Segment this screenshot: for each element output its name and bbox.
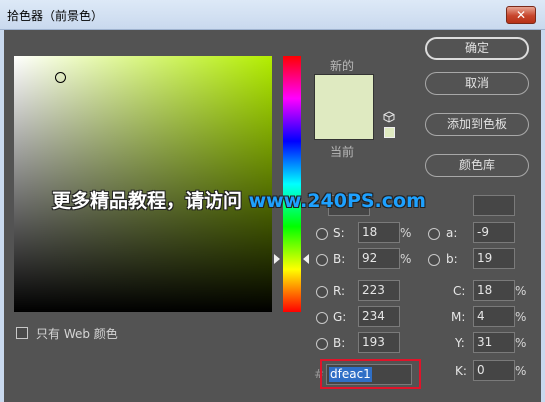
cyan-label: C: bbox=[453, 284, 466, 298]
color-libraries-button[interactable]: 颜色库 bbox=[425, 154, 529, 177]
black-field[interactable]: 0 bbox=[473, 360, 515, 381]
close-icon: ✕ bbox=[515, 8, 527, 22]
watermark-text: 更多精品教程，请访问 bbox=[52, 190, 249, 212]
green-radio[interactable] bbox=[316, 312, 328, 324]
title-bar: 拾色器（前景色） ✕ bbox=[0, 0, 545, 30]
brightness-field[interactable]: 92 bbox=[358, 248, 400, 269]
lab-a-label: a: bbox=[446, 226, 458, 240]
web-safe-color-swatch[interactable] bbox=[384, 127, 395, 138]
saturation-radio[interactable] bbox=[316, 228, 328, 240]
window-title: 拾色器（前景色） bbox=[7, 9, 104, 23]
black-label: K: bbox=[455, 364, 467, 378]
brightness-unit: % bbox=[400, 252, 412, 266]
lab-b-label: b: bbox=[446, 252, 458, 266]
saturation-field[interactable]: 18 bbox=[358, 222, 400, 243]
web-colors-only-checkbox[interactable] bbox=[16, 327, 28, 339]
cyan-unit: % bbox=[515, 284, 527, 298]
hue-slider-handle-right[interactable] bbox=[303, 254, 309, 264]
window-frame-right bbox=[541, 30, 545, 402]
saturation-unit: % bbox=[400, 226, 412, 240]
lab-b-radio[interactable] bbox=[428, 254, 440, 266]
color-field[interactable] bbox=[14, 56, 272, 312]
color-field-cursor[interactable] bbox=[55, 72, 66, 83]
yellow-unit: % bbox=[515, 336, 527, 350]
magenta-label: M: bbox=[451, 310, 466, 324]
magenta-unit: % bbox=[515, 310, 527, 324]
watermark-url: www.240PS.com bbox=[248, 190, 426, 212]
magenta-field[interactable]: 4 bbox=[473, 306, 515, 327]
new-color-label: 新的 bbox=[330, 59, 355, 73]
blue-field[interactable]: 193 bbox=[358, 332, 400, 353]
yellow-label: Y: bbox=[455, 336, 465, 350]
hex-value-selected: dfeac1 bbox=[329, 367, 372, 382]
red-radio[interactable] bbox=[316, 286, 328, 298]
lightness-value-field[interactable] bbox=[473, 195, 515, 216]
red-label: R: bbox=[333, 284, 346, 298]
out-of-web-gamut-icon[interactable] bbox=[383, 111, 395, 123]
color-preview-swatch[interactable] bbox=[314, 74, 374, 140]
hex-field[interactable]: dfeac1 bbox=[326, 364, 412, 385]
brightness-radio[interactable] bbox=[316, 254, 328, 266]
green-field[interactable]: 234 bbox=[358, 306, 400, 327]
cyan-field[interactable]: 18 bbox=[473, 280, 515, 301]
watermark-banner: 更多精品教程，请访问 www.240PS.com bbox=[52, 186, 426, 213]
green-label: G: bbox=[333, 310, 347, 324]
cancel-button[interactable]: 取消 bbox=[425, 72, 529, 95]
close-button[interactable]: ✕ bbox=[506, 6, 536, 24]
blue-label: B: bbox=[333, 336, 346, 350]
lab-a-radio[interactable] bbox=[428, 228, 440, 240]
current-color-label: 当前 bbox=[330, 145, 355, 159]
yellow-field[interactable]: 31 bbox=[473, 332, 515, 353]
brightness-label: B: bbox=[333, 252, 346, 266]
ok-button[interactable]: 确定 bbox=[425, 37, 529, 60]
window-frame-left bbox=[0, 30, 4, 402]
hue-slider-handle-left[interactable] bbox=[274, 254, 280, 264]
web-colors-only-label: 只有 Web 颜色 bbox=[36, 327, 118, 341]
lab-b-field[interactable]: 19 bbox=[473, 248, 515, 269]
add-to-swatches-button[interactable]: 添加到色板 bbox=[425, 113, 529, 136]
hue-slider[interactable] bbox=[283, 56, 301, 312]
lab-a-field[interactable]: -9 bbox=[473, 222, 515, 243]
blue-radio[interactable] bbox=[316, 338, 328, 350]
red-field[interactable]: 223 bbox=[358, 280, 400, 301]
black-unit: % bbox=[515, 364, 527, 378]
saturation-label: S: bbox=[333, 226, 345, 240]
